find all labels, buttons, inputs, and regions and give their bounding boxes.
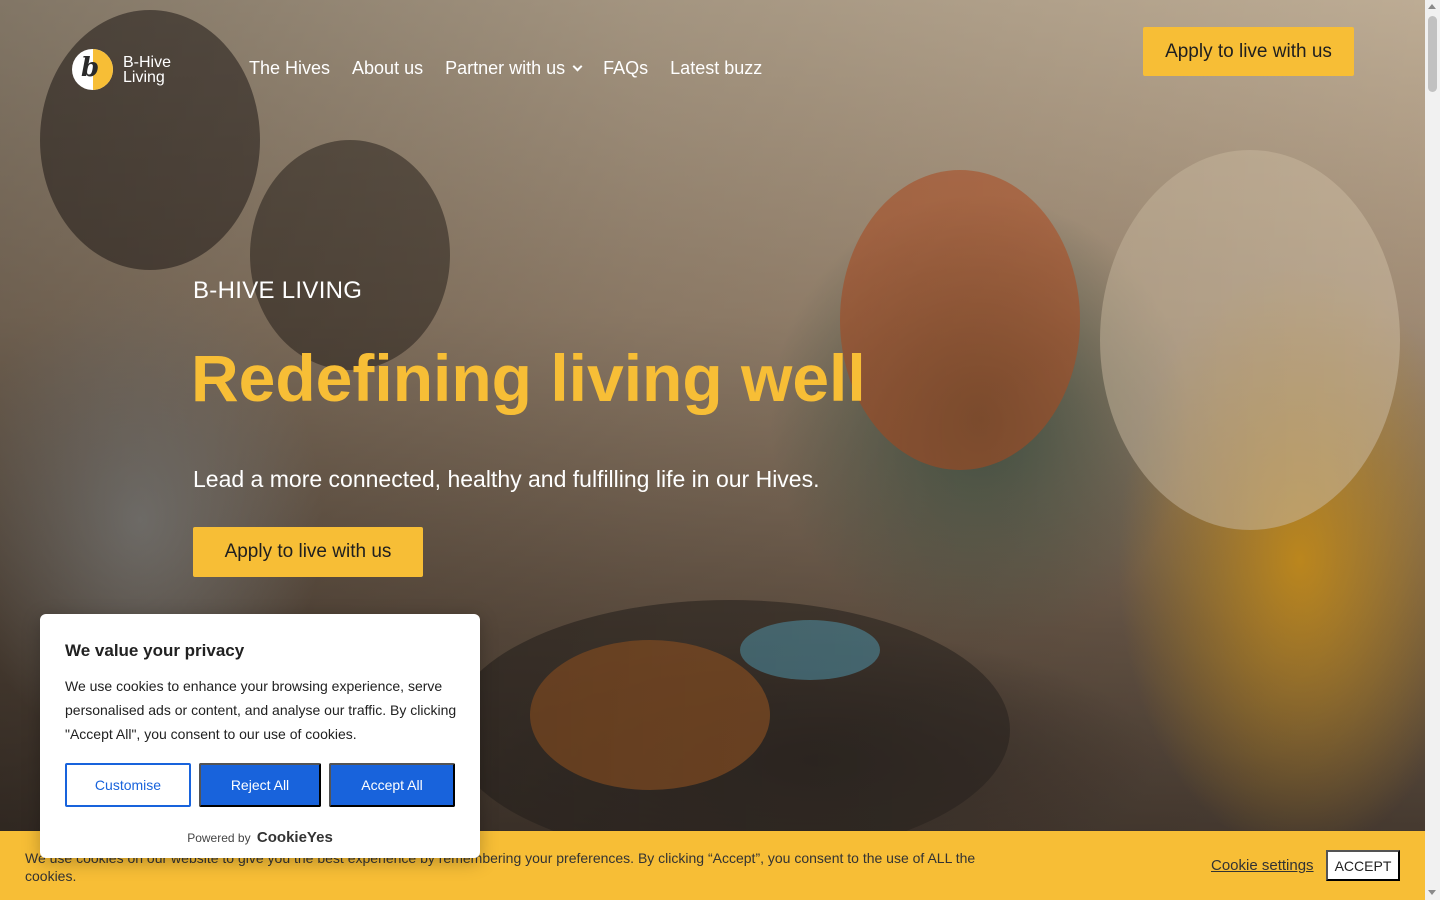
photo-person-center xyxy=(250,140,450,370)
nav-label: The Hives xyxy=(249,58,331,78)
photo-table xyxy=(450,600,1010,860)
nav-item-latest-buzz[interactable]: Latest buzz xyxy=(670,58,762,79)
photo-food-platter xyxy=(530,640,770,790)
nav-item-partner-with-us[interactable]: Partner with us xyxy=(445,58,583,79)
hero-headline: Redefining living well xyxy=(191,341,866,415)
nav-item-about-us[interactable]: About us xyxy=(352,58,423,79)
header-apply-button[interactable]: Apply to live with us xyxy=(1143,27,1354,76)
logo-icon: b xyxy=(72,49,113,90)
hero-eyebrow: B-HIVE LIVING xyxy=(193,277,363,304)
photo-person-redhead xyxy=(840,170,1080,470)
cookieyes-logo: CookieYes xyxy=(256,829,333,846)
reject-all-button[interactable]: Reject All xyxy=(199,763,321,807)
scrollbar-thumb[interactable] xyxy=(1428,16,1437,92)
nav-item-faqs[interactable]: FAQs xyxy=(603,58,648,79)
nav-item-the-hives[interactable]: The Hives xyxy=(249,58,330,79)
privacy-consent-modal: We value your privacy We use cookies to … xyxy=(40,614,480,858)
powered-by-label: Powered by xyxy=(187,831,251,845)
photo-person-right xyxy=(1100,150,1400,530)
nav-label: Partner with us xyxy=(445,58,566,78)
nav-label: Latest buzz xyxy=(670,58,763,78)
logo[interactable]: b B-Hive Living xyxy=(72,49,193,90)
scroll-down-icon[interactable] xyxy=(1428,890,1436,895)
privacy-modal-title: We value your privacy xyxy=(65,641,245,660)
cookie-bar-accept-button[interactable]: ACCEPT xyxy=(1326,850,1400,881)
main-nav: The Hives About us Partner with us FAQs … xyxy=(249,58,762,79)
page-scrollbar[interactable] xyxy=(1425,0,1440,900)
accept-all-button[interactable]: Accept All xyxy=(329,763,455,807)
powered-by: Powered by CookieYes xyxy=(40,829,480,846)
logo-text: B-Hive Living xyxy=(123,53,172,86)
hero-subline: Lead a more connected, healthy and fulfi… xyxy=(193,466,820,492)
photo-plate xyxy=(740,620,880,680)
nav-label: FAQs xyxy=(603,58,649,78)
privacy-modal-body: We use cookies to enhance your browsing … xyxy=(65,678,457,742)
scroll-up-icon[interactable] xyxy=(1428,4,1436,9)
cookie-settings-link[interactable]: Cookie settings xyxy=(1211,857,1314,874)
customise-button[interactable]: Customise xyxy=(65,763,191,807)
hero-apply-button[interactable]: Apply to live with us xyxy=(193,527,423,577)
nav-label: About us xyxy=(352,58,424,78)
chevron-down-icon xyxy=(572,61,583,72)
